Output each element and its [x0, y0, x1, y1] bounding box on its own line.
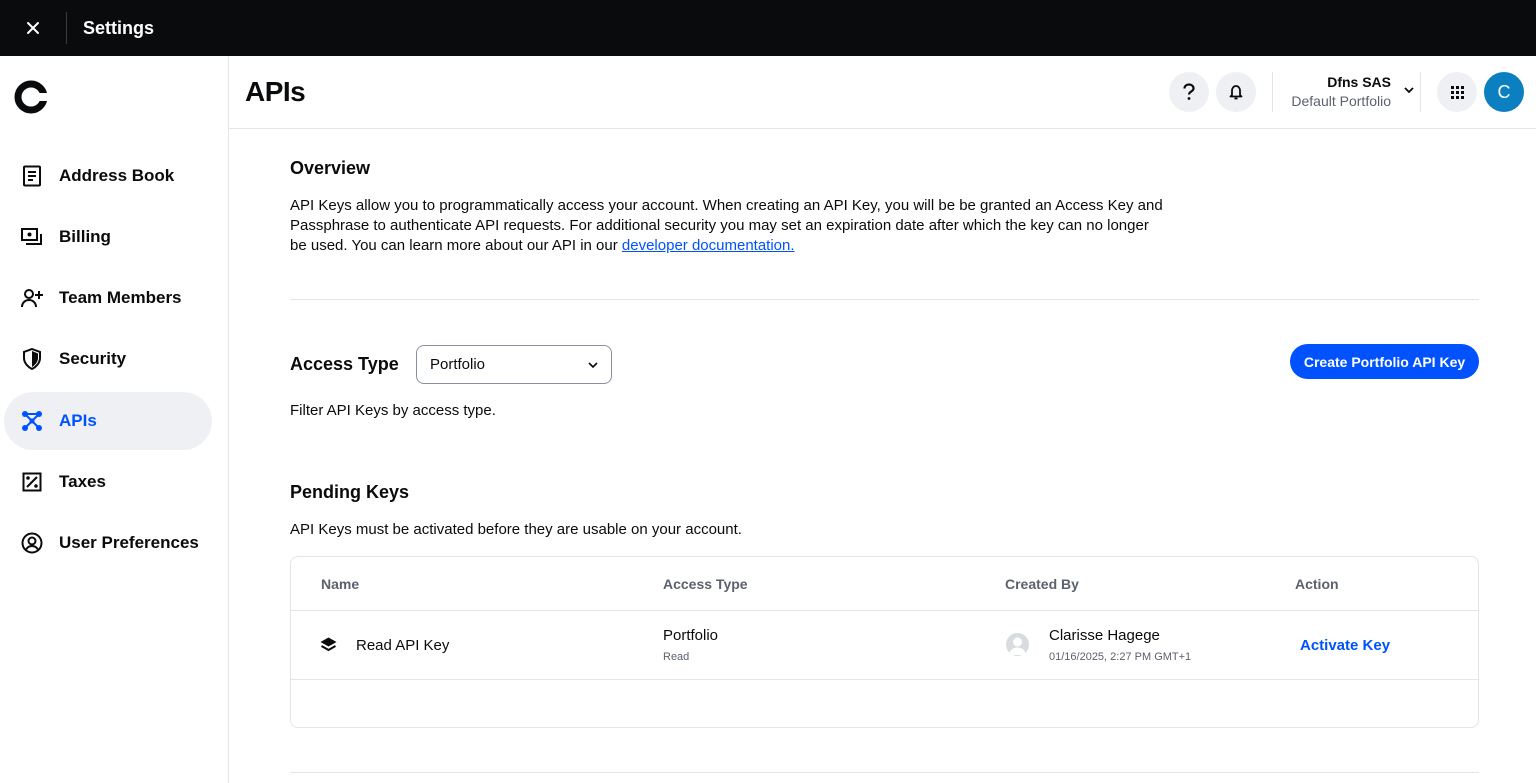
- user-circle-icon: [20, 531, 44, 555]
- app-switcher-button[interactable]: [1437, 72, 1477, 112]
- sidebar-item-label: APIs: [59, 411, 97, 430]
- divider: [290, 772, 1479, 773]
- key-access-scope: Read: [663, 651, 690, 663]
- column-header-access-type: Access Type: [663, 576, 748, 592]
- overview-text-line-3: be used. You can learn more about our AP…: [290, 236, 795, 256]
- sidebar-item-user-preferences[interactable]: User Preferences: [4, 514, 212, 572]
- chevron-down-icon: [588, 362, 598, 369]
- taxes-icon: [20, 470, 44, 494]
- sidebar: Address Book Billing Team Members Securi…: [0, 56, 229, 783]
- page-header: APIs Dfns SAS Default Portfolio C: [229, 56, 1536, 129]
- main-content: Overview API Keys allow you to programma…: [229, 129, 1536, 783]
- pending-keys-table: Name Access Type Created By Action Read …: [290, 556, 1479, 728]
- org-name: Dfns SAS: [1327, 74, 1391, 90]
- key-access-type: Portfolio: [663, 627, 719, 644]
- grid-icon: [1450, 85, 1464, 99]
- column-header-action: Action: [1295, 576, 1339, 592]
- table-header-divider: [291, 610, 1478, 611]
- billing-icon: [20, 225, 44, 249]
- overview-text-line-2: Passphrase to authenticate API requests.…: [290, 217, 1149, 234]
- sidebar-item-label: Address Book: [59, 166, 175, 185]
- portfolio-switcher[interactable]: Dfns SAS Default Portfolio: [1281, 72, 1415, 112]
- header-divider: [1420, 72, 1421, 112]
- key-name: Read API Key: [356, 637, 450, 654]
- access-type-helper: Filter API Keys by access type.: [290, 402, 496, 419]
- sidebar-item-address-book[interactable]: Address Book: [4, 147, 212, 205]
- sidebar-item-billing[interactable]: Billing: [4, 208, 212, 266]
- access-type-selected: Portfolio: [430, 356, 486, 373]
- overview-heading: Overview: [290, 158, 371, 178]
- bell-icon: [1229, 85, 1243, 100]
- access-type-label: Access Type: [290, 354, 399, 374]
- help-button[interactable]: [1169, 72, 1209, 112]
- sidebar-item-label: Security: [59, 349, 127, 368]
- create-portfolio-api-key-button[interactable]: Create Portfolio API Key: [1290, 344, 1479, 379]
- settings-title: Settings: [83, 17, 155, 38]
- user-avatar: [1006, 633, 1029, 656]
- header-divider: [1272, 72, 1273, 112]
- column-header-name: Name: [321, 576, 360, 592]
- sidebar-item-team-members[interactable]: Team Members: [4, 269, 212, 327]
- portfolio-name: Default Portfolio: [1291, 93, 1391, 109]
- divider: [290, 299, 1479, 300]
- activate-key-button[interactable]: Activate Key: [1300, 637, 1390, 654]
- close-icon: [27, 22, 39, 34]
- sidebar-item-security[interactable]: Security: [4, 330, 212, 388]
- sidebar-item-taxes[interactable]: Taxes: [4, 453, 212, 511]
- chevron-down-icon: [1404, 87, 1414, 94]
- sidebar-item-apis[interactable]: APIs: [4, 392, 212, 450]
- layers-icon: [320, 637, 337, 652]
- help-icon: [1183, 83, 1195, 100]
- pending-keys-heading: Pending Keys: [290, 482, 410, 502]
- sidebar-item-label: User Preferences: [59, 533, 199, 552]
- close-button[interactable]: [0, 0, 66, 56]
- creator-name: Clarisse Hagege: [1049, 627, 1160, 644]
- overview-text: be used. You can learn more about our AP…: [290, 237, 622, 254]
- developer-docs-link[interactable]: developer documentation.: [622, 237, 795, 254]
- sidebar-item-label: Billing: [59, 227, 111, 246]
- notifications-button[interactable]: [1216, 72, 1256, 112]
- shield-icon: [20, 347, 44, 371]
- avatar[interactable]: C: [1484, 72, 1524, 112]
- column-header-created-by: Created By: [1005, 576, 1079, 592]
- sidebar-item-label: Team Members: [59, 288, 182, 307]
- top-bar-divider: [66, 12, 67, 44]
- page-title: APIs: [245, 76, 306, 107]
- coinbase-logo[interactable]: [14, 80, 48, 114]
- overview-text-line-1: API Keys allow you to programmatically a…: [290, 197, 1163, 214]
- access-type-select[interactable]: Portfolio: [416, 345, 612, 384]
- created-timestamp: 01/16/2025, 2:27 PM GMT+1: [1049, 651, 1192, 663]
- top-bar: Settings: [0, 0, 1536, 56]
- sidebar-item-label: Taxes: [59, 472, 106, 491]
- apis-icon: [20, 409, 44, 433]
- team-members-icon: [20, 286, 44, 310]
- address-book-icon: [20, 164, 44, 188]
- table-row-divider: [291, 679, 1478, 680]
- pending-keys-description: API Keys must be activated before they a…: [290, 521, 742, 538]
